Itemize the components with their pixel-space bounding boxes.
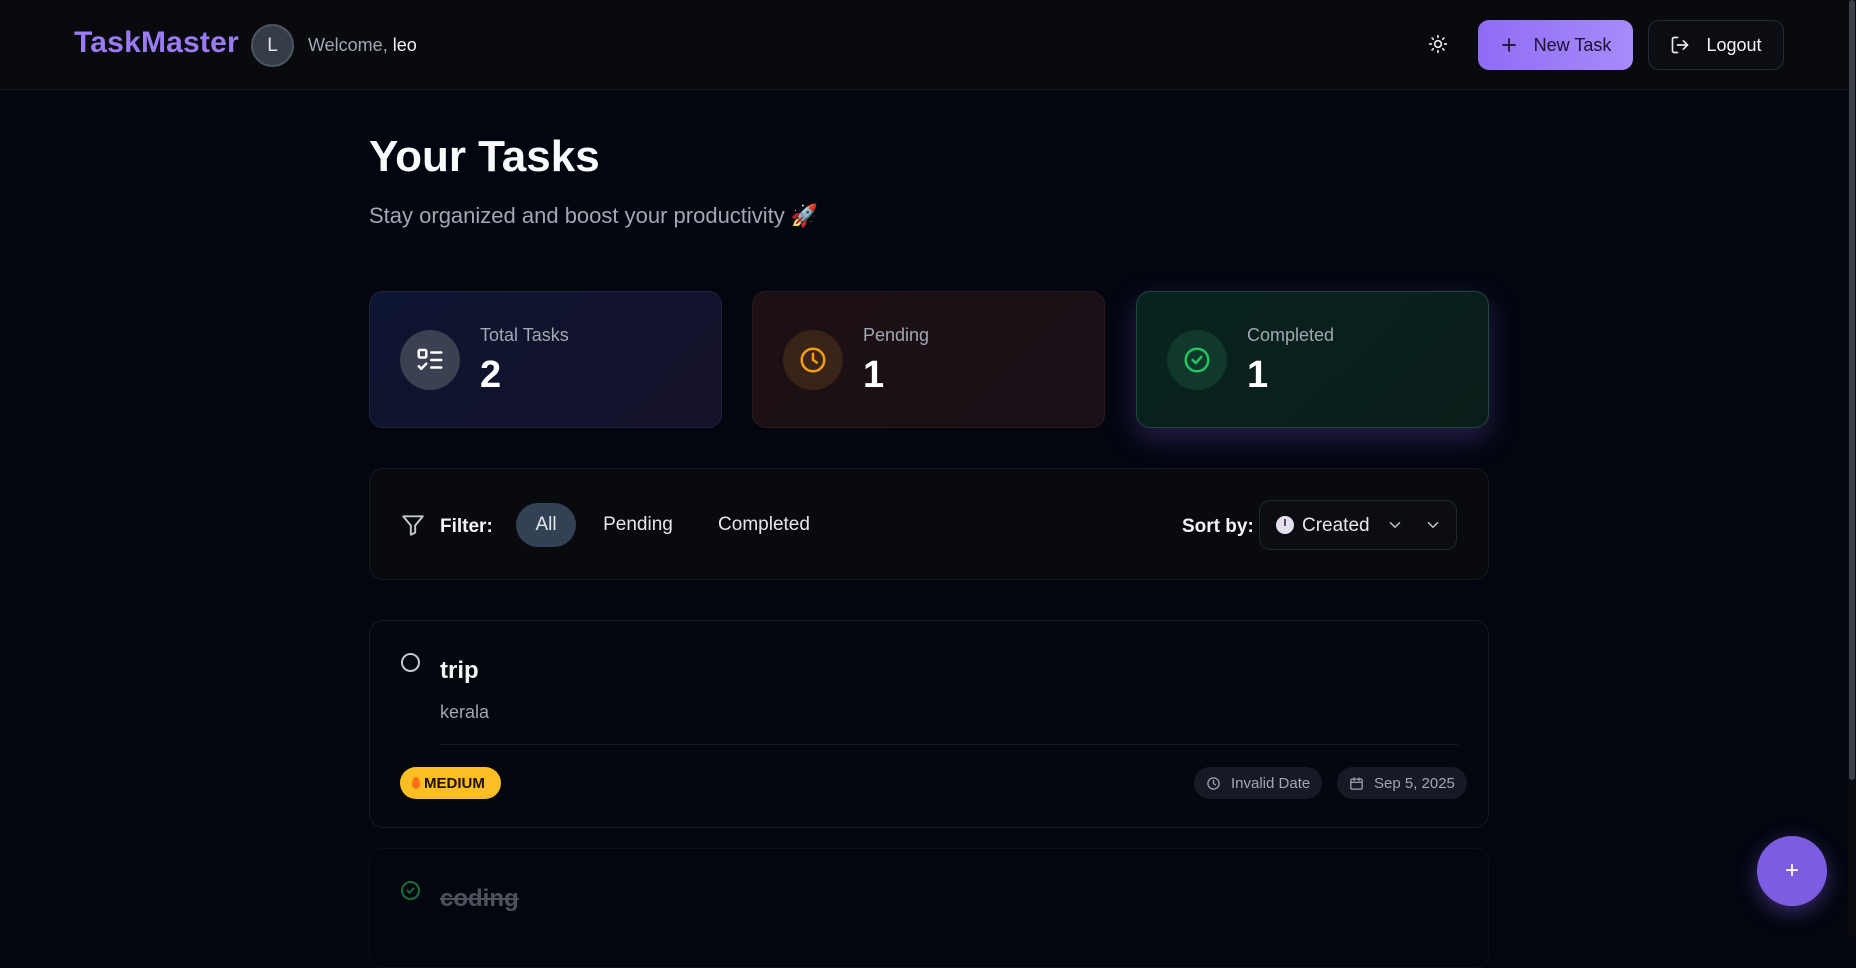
welcome-prefix: Welcome, — [308, 35, 388, 55]
task-card[interactable]: trip kerala MEDIUM Invalid Date Sep 5, 2… — [369, 620, 1489, 828]
filter-bar: Filter: All Pending Completed Sort by: C… — [369, 468, 1489, 580]
check-icon — [406, 887, 415, 895]
stat-label: Pending — [863, 325, 930, 345]
filter-chip-all[interactable]: All — [516, 503, 576, 547]
stat-card-total: Total Tasks 2 — [369, 291, 722, 428]
task-time-text: Invalid Date — [1231, 774, 1311, 792]
calendar-icon — [1350, 776, 1363, 790]
flame-icon — [412, 777, 420, 789]
task-time: Invalid Date — [1194, 767, 1323, 799]
task-description: kerala — [440, 702, 490, 722]
priority-badge: MEDIUM — [400, 767, 501, 799]
logout-icon — [1672, 36, 1689, 54]
task-checkbox[interactable] — [401, 653, 420, 672]
chevron-down-icon — [1427, 522, 1439, 529]
clock-icon — [1207, 776, 1220, 790]
stat-value: 2 — [480, 354, 502, 396]
logout-label: Logout — [1706, 34, 1762, 55]
task-title: trip — [440, 657, 479, 684]
page-title: Your Tasks — [369, 132, 600, 181]
filter-label: Filter: — [440, 516, 493, 537]
sort-value: Created — [1302, 515, 1370, 536]
page-subtitle: Stay organized and boost your productivi… — [369, 203, 819, 228]
stat-card-pending: Pending 1 — [752, 291, 1105, 428]
sun-icon — [1428, 34, 1448, 54]
app-logo[interactable]: TaskMaster — [74, 26, 239, 60]
top-header: TaskMaster L Welcome, leo New Task Logou… — [0, 0, 1856, 90]
task-date-text: Sep 5, 2025 — [1374, 774, 1455, 792]
divider — [440, 744, 1458, 745]
logout-button[interactable]: Logout — [1648, 20, 1784, 70]
sort-label: Sort by: — [1182, 516, 1254, 537]
task-title: coding — [440, 885, 519, 912]
stat-label: Completed — [1247, 325, 1335, 345]
scrollbar-thumb[interactable] — [1849, 0, 1855, 780]
theme-toggle-button[interactable] — [1424, 30, 1452, 58]
sort-select[interactable]: Created — [1259, 500, 1457, 550]
task-checkbox-checked[interactable] — [401, 881, 420, 900]
task-date: Sep 5, 2025 — [1337, 767, 1467, 799]
stat-value: 1 — [1247, 354, 1269, 396]
task-card[interactable]: coding — [369, 848, 1489, 968]
chevron-down-icon — [1389, 522, 1401, 529]
welcome-text: Welcome, leo — [308, 35, 417, 56]
clock-emoji-icon — [1276, 516, 1294, 534]
priority-label: MEDIUM — [424, 774, 485, 792]
stat-card-completed: Completed 1 — [1136, 291, 1489, 428]
stat-label: Total Tasks — [480, 325, 569, 345]
list-check-icon — [400, 330, 460, 390]
clock-icon — [783, 330, 843, 390]
plus-icon — [1501, 38, 1516, 52]
stat-value: 1 — [863, 354, 885, 396]
filter-icon — [400, 512, 426, 543]
user-avatar[interactable]: L — [251, 24, 294, 67]
filter-chip-pending[interactable]: Pending — [590, 503, 686, 547]
new-task-label: New Task — [1533, 34, 1612, 55]
new-task-button[interactable]: New Task — [1478, 20, 1633, 70]
add-task-fab[interactable]: + — [1757, 836, 1827, 906]
check-circle-icon — [1167, 330, 1227, 390]
filter-chip-completed[interactable]: Completed — [702, 503, 826, 547]
username: leo — [392, 35, 417, 55]
